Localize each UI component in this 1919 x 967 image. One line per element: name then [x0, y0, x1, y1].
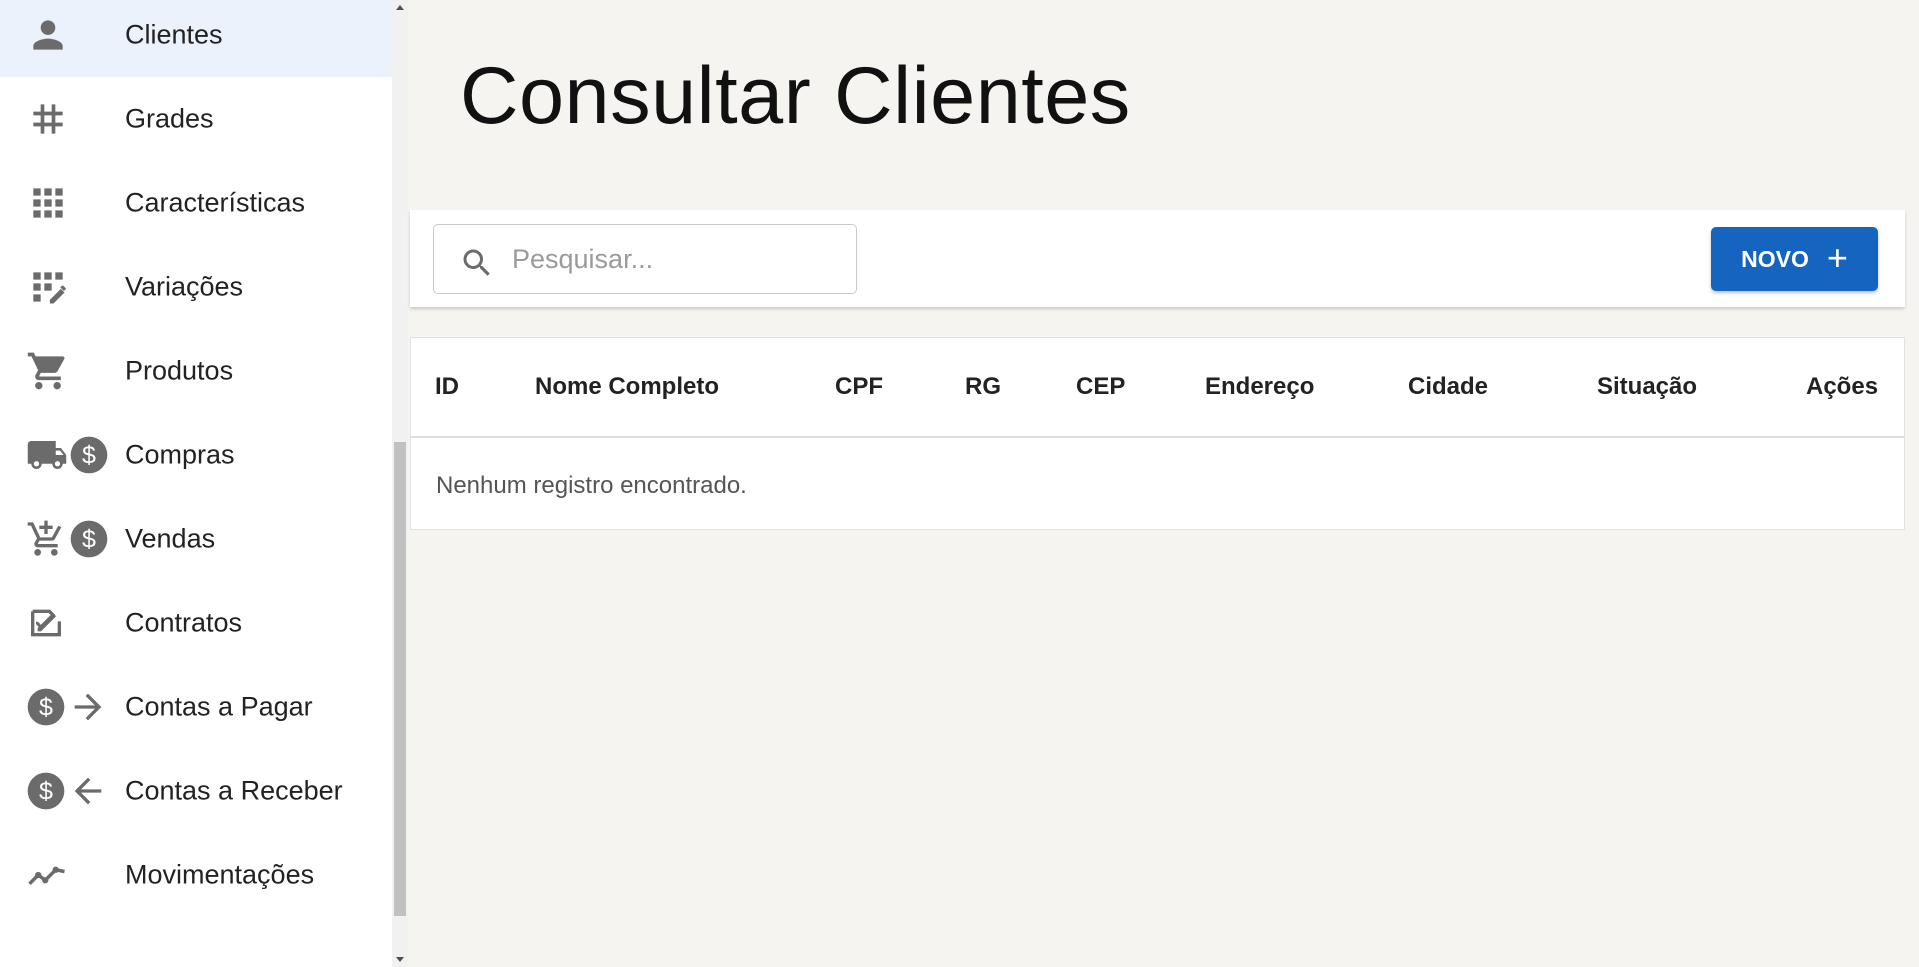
- scroll-up-arrow-icon[interactable]: [396, 5, 404, 10]
- svg-text:$: $: [82, 441, 96, 469]
- sidebar-item-vendas[interactable]: $ Vendas: [0, 497, 392, 581]
- hash-icon: [26, 97, 110, 141]
- sidebar-item-label: Grades: [125, 103, 214, 134]
- column-header-cep[interactable]: CEP: [1076, 373, 1125, 401]
- table-header: ID Nome Completo CPF RG CEP Endereço Cid…: [411, 338, 1904, 438]
- cart-add-dollar-icon: $: [26, 517, 110, 561]
- page-title: Consultar Clientes: [460, 51, 1131, 141]
- contract-icon: [26, 601, 110, 645]
- sidebar-item-movimentacoes[interactable]: Movimentações: [0, 833, 392, 917]
- toolbar: NOVO +: [410, 210, 1905, 307]
- scroll-down-arrow-icon[interactable]: [396, 957, 404, 962]
- trend-icon: [26, 853, 110, 897]
- svg-text:$: $: [39, 777, 53, 805]
- column-header-cidade[interactable]: Cidade: [1408, 373, 1488, 401]
- sidebar-item-produtos[interactable]: Produtos: [0, 329, 392, 413]
- sidebar-item-caracteristicas[interactable]: Características: [0, 161, 392, 245]
- svg-text:$: $: [39, 693, 53, 721]
- new-button-label: NOVO: [1741, 245, 1809, 272]
- empty-table-message: Nenhum registro encontrado.: [436, 472, 747, 499]
- column-header-nome-completo[interactable]: Nome Completo: [535, 373, 719, 401]
- sidebar-item-contas-a-pagar[interactable]: $ Contas a Pagar: [0, 665, 392, 749]
- scroll-thumb[interactable]: [394, 442, 406, 916]
- grid-edit-icon: [26, 265, 110, 309]
- column-header-rg[interactable]: RG: [965, 373, 1001, 401]
- sidebar-item-contas-a-receber[interactable]: $ Contas a Receber: [0, 749, 392, 833]
- new-button[interactable]: NOVO +: [1711, 227, 1878, 291]
- sidebar-item-label: Produtos: [125, 355, 234, 386]
- grid-icon: [26, 181, 110, 225]
- column-header-situacao[interactable]: Situação: [1597, 373, 1697, 401]
- sidebar-item-contratos[interactable]: Contratos: [0, 581, 392, 665]
- sidebar-item-label: Compras: [125, 439, 235, 470]
- sidebar-item-label: Variações: [125, 271, 244, 302]
- sidebar-item-label: Contas a Receber: [125, 775, 343, 806]
- sidebar-item-label: Clientes: [125, 19, 223, 50]
- column-header-id[interactable]: ID: [435, 373, 459, 401]
- column-header-cpf[interactable]: CPF: [835, 373, 883, 401]
- sidebar-item-compras[interactable]: $ Compras: [0, 413, 392, 497]
- plus-icon: +: [1826, 236, 1848, 278]
- cart-icon: [26, 349, 110, 393]
- search-icon: [459, 245, 495, 281]
- svg-text:$: $: [82, 525, 96, 553]
- sidebar-item-label: Características: [125, 187, 306, 218]
- sidebar-item-label: Contratos: [125, 607, 243, 638]
- sidebar-item-variacoes[interactable]: Variações: [0, 245, 392, 329]
- column-header-acoes: Ações: [1806, 373, 1879, 400]
- person-icon: [26, 13, 110, 57]
- column-header-endereco[interactable]: Endereço: [1205, 373, 1314, 401]
- search-box[interactable]: [433, 224, 857, 294]
- sidebar: Clientes Grades Características Variaçõe…: [0, 0, 392, 967]
- sidebar-item-clientes[interactable]: Clientes: [0, 0, 392, 77]
- sidebar-item-label: Movimentações: [125, 859, 315, 890]
- clients-table: ID Nome Completo CPF RG CEP Endereço Cid…: [410, 337, 1905, 530]
- search-input[interactable]: [512, 235, 842, 283]
- dollar-arrow-right-icon: $: [26, 685, 110, 729]
- dollar-arrow-left-icon: $: [26, 769, 110, 813]
- sidebar-item-label: Contas a Pagar: [125, 691, 313, 722]
- truck-dollar-icon: $: [26, 433, 110, 477]
- sidebar-item-label: Vendas: [125, 523, 216, 554]
- sidebar-item-grades[interactable]: Grades: [0, 77, 392, 161]
- sidebar-scrollbar[interactable]: [392, 0, 408, 967]
